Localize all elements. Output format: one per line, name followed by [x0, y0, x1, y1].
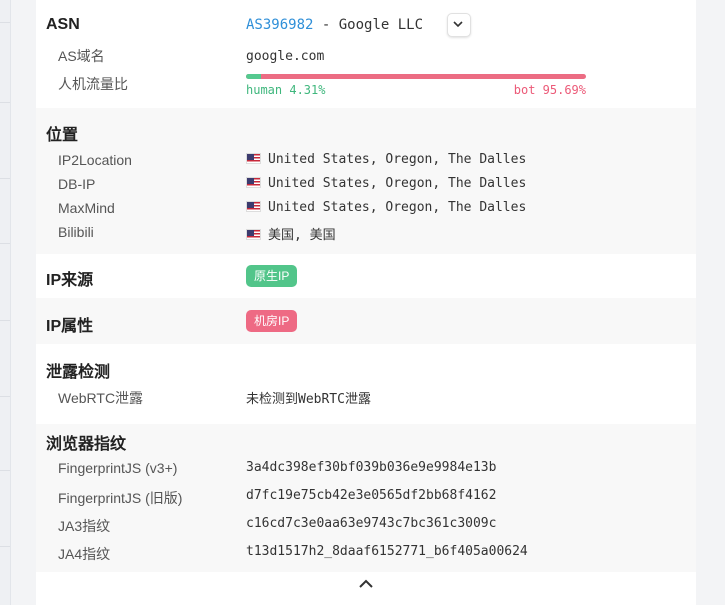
- as-domain-value: google.com: [246, 49, 325, 64]
- human-fill: [246, 74, 261, 79]
- fingerprint-label: FingerprintJS (v3+): [58, 460, 178, 476]
- asn-link[interactable]: AS396982: [246, 17, 313, 33]
- fingerprint-value: t13d1517h2_8daaf6152771_b6f405a00624: [246, 544, 528, 559]
- as-domain-label: AS域名: [58, 48, 105, 64]
- asn-title: ASN: [46, 16, 80, 33]
- asn-org: Google LLC: [338, 17, 424, 33]
- traffic-ratio-label: 人机流量比: [58, 76, 128, 92]
- chevron-down-icon: [453, 21, 463, 28]
- location-value-ip2location: United States, Oregon, The Dalles: [246, 152, 526, 167]
- collapse-button[interactable]: [357, 577, 375, 591]
- asn-section: ASN AS396982 - Google LLC AS域名 google.co…: [36, 0, 696, 108]
- location-label-dbip: DB-IP: [58, 176, 96, 192]
- location-value-maxmind: United States, Oregon, The Dalles: [246, 200, 526, 215]
- ip-type-title: IP属性: [46, 318, 94, 335]
- ip-info-card: ASN AS396982 - Google LLC AS域名 google.co…: [36, 0, 696, 605]
- asn-dropdown-button[interactable]: [447, 13, 471, 37]
- location-value-bilibili: 美国, 美国: [246, 224, 336, 243]
- webrtc-label: WebRTC泄露: [58, 390, 144, 406]
- fingerprint-section: 浏览器指纹 FingerprintJS (v3+) 3a4dc398ef30bf…: [36, 424, 696, 572]
- location-label-maxmind: MaxMind: [58, 200, 115, 216]
- location-title: 位置: [46, 127, 79, 144]
- us-flag-icon: [246, 153, 261, 164]
- ip-type-badge: 机房IP: [246, 310, 298, 332]
- us-flag-icon: [246, 177, 261, 188]
- fingerprint-value: c16cd7c3e0aa63e9743c7bc361c3009c: [246, 516, 497, 531]
- asn-separator: -: [313, 17, 339, 33]
- ip-type-section: IP属性 机房IP: [36, 298, 696, 344]
- location-label-ip2location: IP2Location: [58, 152, 132, 168]
- location-text: 美国, 美国: [268, 228, 336, 243]
- webrtc-value: 未检测到WebRTC泄露: [246, 392, 371, 407]
- fingerprint-value: d7fc19e75cb42e3e0565df2bb68f4162: [246, 488, 497, 503]
- fingerprint-label: FingerprintJS (旧版): [58, 490, 183, 506]
- location-text: United States, Oregon, The Dalles: [268, 176, 527, 191]
- location-text: United States, Oregon, The Dalles: [268, 200, 527, 215]
- location-value-dbip: United States, Oregon, The Dalles: [246, 176, 526, 191]
- human-ratio-label: human 4.31%: [246, 83, 326, 97]
- fingerprint-title: 浏览器指纹: [46, 436, 127, 453]
- bot-ratio-label: bot 95.69%: [513, 83, 586, 97]
- ip-source-title: IP来源: [46, 272, 94, 289]
- fingerprint-label: JA3指纹: [58, 518, 111, 534]
- left-sidebar-strip: [0, 0, 11, 605]
- ip-source-section: IP来源 原生IP: [36, 254, 696, 298]
- us-flag-icon: [246, 229, 261, 240]
- leak-title: 泄露检测: [46, 364, 111, 381]
- location-label-bilibili: Bilibili: [58, 224, 94, 240]
- fingerprint-label: JA4指纹: [58, 546, 111, 562]
- chevron-up-icon: [359, 579, 373, 588]
- fingerprint-value: 3a4dc398ef30bf039b036e9e9984e13b: [246, 460, 497, 475]
- us-flag-icon: [246, 201, 261, 212]
- asn-value: AS396982 - Google LLC: [246, 17, 423, 33]
- location-text: United States, Oregon, The Dalles: [268, 152, 527, 167]
- traffic-ratio-bar: [246, 74, 586, 79]
- location-section: 位置 IP2Location United States, Oregon, Th…: [36, 108, 696, 254]
- ip-source-badge: 原生IP: [246, 265, 298, 287]
- leak-section: 泄露检测 WebRTC泄露 未检测到WebRTC泄露: [36, 344, 696, 424]
